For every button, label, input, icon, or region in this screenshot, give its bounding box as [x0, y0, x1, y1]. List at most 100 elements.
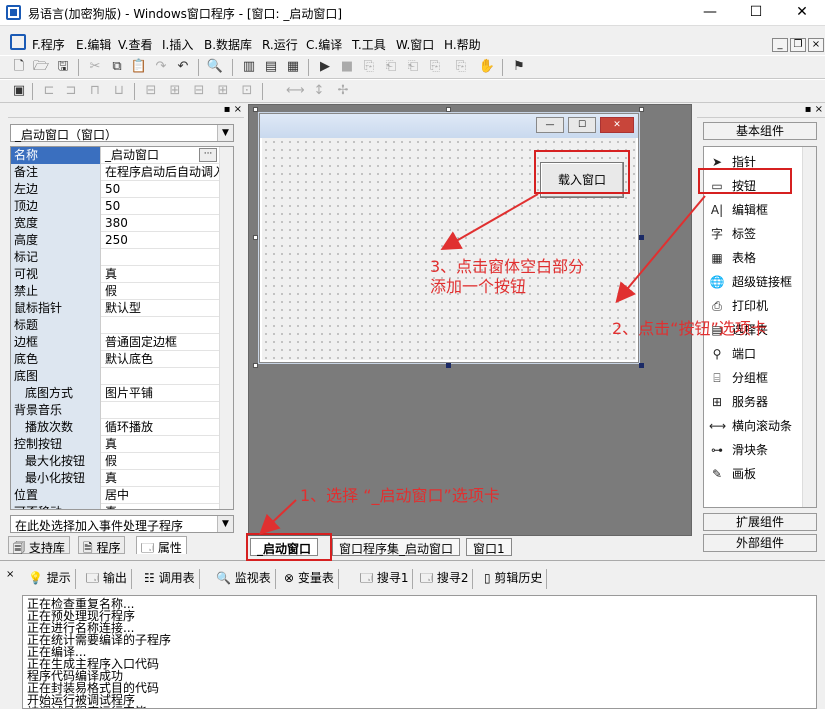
property-value[interactable]: 真 [103, 504, 221, 509]
property-value[interactable]: 50 [103, 198, 221, 215]
menu-insert[interactable]: I.插入 [162, 36, 193, 53]
menu-compile[interactable]: C.编译 [306, 36, 342, 53]
property-row[interactable]: 鼠标指针 默认型 [11, 300, 221, 317]
panel-buttons[interactable]: ▪ × [805, 104, 823, 115]
chevron-down-icon[interactable]: ▼ [217, 516, 233, 532]
panel-buttons[interactable]: ▪ × [224, 104, 242, 115]
tab-search1[interactable]: 🗔 搜寻1 [356, 569, 414, 589]
tab-program[interactable]: 🗎 程序 [78, 536, 126, 555]
property-row[interactable]: 标题 [11, 317, 221, 334]
component-item[interactable]: ▦ 表格 [704, 247, 804, 269]
resize-handle[interactable] [639, 235, 644, 240]
space-h-icon[interactable]: ⊟ [190, 82, 208, 100]
tab-window-assembly[interactable]: 窗口程序集_启动窗口 [332, 538, 461, 556]
property-row[interactable]: 名称 _启动窗口 ··· [11, 147, 221, 164]
component-item[interactable]: ⚲ 端口 [704, 343, 804, 365]
property-value[interactable]: 假 [103, 453, 221, 470]
debug2-icon[interactable]: ⎗ [382, 58, 400, 76]
save-icon[interactable]: 🖫 [54, 58, 72, 76]
form-minimize-button[interactable]: — [536, 117, 564, 133]
property-row[interactable]: 可视真 [11, 266, 221, 283]
property-value[interactable]: 居中 [103, 487, 221, 504]
maximize-button[interactable]: ☐ [733, 0, 779, 26]
center-h-icon[interactable]: ⊟ [142, 82, 160, 100]
property-row[interactable]: 高度 250 [11, 232, 221, 249]
menu-run[interactable]: R.运行 [262, 36, 298, 53]
external-components-button[interactable]: 外部组件 [703, 534, 817, 552]
event-select[interactable]: 在此处选择加入事件处理子程序 ▼ [10, 515, 234, 533]
property-value[interactable] [103, 402, 221, 419]
property-row[interactable]: 底图方式 图片平铺 [11, 385, 221, 402]
app-menu-icon[interactable] [10, 34, 26, 50]
resize-handle[interactable] [253, 107, 258, 112]
mdi-restore-button[interactable]: ❐ [790, 38, 806, 52]
debug3-icon[interactable]: ⎗ [404, 58, 422, 76]
layout1-icon[interactable]: ▥ [240, 58, 258, 76]
tab-variables[interactable]: ⊗ 变量表 [280, 569, 339, 589]
property-value[interactable] [103, 317, 221, 334]
new-file-icon[interactable]: 🗋 [10, 58, 28, 76]
property-value[interactable]: 真 [103, 470, 221, 487]
output-text[interactable]: 正在检查重复名称... 正在预处理现行程序 正在进行名称连接... 正在统计需要编译的… [22, 595, 817, 709]
mdi-minimize-button[interactable]: _ [772, 38, 788, 52]
resize-handle[interactable] [639, 363, 644, 368]
property-row[interactable]: 位置 居中 [11, 487, 221, 504]
paste-icon[interactable]: 📋 [130, 58, 148, 76]
component-item[interactable]: ⌸ 分组框 [704, 367, 804, 389]
property-value[interactable] [103, 368, 221, 385]
component-item[interactable]: 字标签 [704, 223, 804, 245]
object-select[interactable]: _启动窗口（窗口） ▼ [10, 124, 234, 142]
hand-icon[interactable]: ✋ [478, 58, 496, 76]
property-value[interactable]: 在程序启动后自动调入 [103, 164, 221, 181]
panel-close-icon[interactable]: × [6, 569, 14, 580]
copy-icon[interactable]: ⧉ [108, 58, 126, 76]
run-icon[interactable]: ▶ [316, 58, 334, 76]
menu-help[interactable]: H.帮助 [444, 36, 481, 53]
menu-program[interactable]: F.程序 [32, 36, 65, 53]
property-row[interactable]: 底图 [11, 368, 221, 385]
property-row[interactable]: 顶边 50 [11, 198, 221, 215]
resize-handle[interactable] [446, 363, 451, 368]
tab-watch[interactable]: 🔍 监视表 [212, 569, 276, 589]
property-value[interactable]: 50 [103, 181, 221, 198]
align-top-icon[interactable]: ⊓ [86, 82, 104, 100]
component-item[interactable]: ⊶ 滑块条 [704, 439, 804, 461]
property-row[interactable]: 播放次数 循环播放 [11, 419, 221, 436]
property-value[interactable]: 250 [103, 232, 221, 249]
same-size-icon[interactable]: ⊡ [238, 82, 256, 100]
property-row[interactable]: 禁止假 [11, 283, 221, 300]
property-value[interactable]: 普通固定边框 [103, 334, 221, 351]
property-row[interactable]: 边框 普通固定边框 [11, 334, 221, 351]
property-value[interactable]: 默认型 [103, 300, 221, 317]
grid-icon[interactable]: ▣ [10, 82, 28, 100]
tab-output[interactable]: 🗔 输出 [82, 569, 132, 589]
property-row[interactable]: 最大化按钮假 [11, 453, 221, 470]
resize-handle[interactable] [253, 363, 258, 368]
property-row[interactable]: 控制按钮真 [11, 436, 221, 453]
property-scrollbar[interactable] [219, 147, 233, 509]
menu-edit[interactable]: E.编辑 [76, 36, 111, 53]
cut-icon[interactable]: ✂ [86, 58, 104, 76]
component-scrollbar[interactable] [802, 147, 816, 507]
component-item[interactable]: 🌐 超级链接框 [704, 271, 804, 293]
property-value[interactable]: 默认底色 [103, 351, 221, 368]
tab-support-library[interactable]: 🗐 支持库 [8, 536, 70, 555]
property-value[interactable]: 图片平铺 [103, 385, 221, 402]
property-value[interactable]: 循环播放 [103, 419, 221, 436]
debug1-icon[interactable]: ⎘ [360, 58, 378, 76]
layout2-icon[interactable]: ▤ [262, 58, 280, 76]
redo-icon[interactable]: ↷ [152, 58, 170, 76]
property-row[interactable]: 备注 在程序启动后自动调入 [11, 164, 221, 181]
close-button[interactable]: ✕ [779, 0, 825, 26]
layout3-icon[interactable]: ▦ [284, 58, 302, 76]
property-row[interactable]: 左边 50 [11, 181, 221, 198]
property-value[interactable] [103, 249, 221, 266]
debug5-icon[interactable]: ⎘ [452, 58, 470, 76]
property-row[interactable]: 宽度 380 [11, 215, 221, 232]
align-bottom-icon[interactable]: ⊔ [110, 82, 128, 100]
tab-window1[interactable]: 窗口1 [466, 538, 512, 556]
mdi-close-button[interactable]: × [808, 38, 824, 52]
property-value[interactable]: 真 [103, 436, 221, 453]
component-item[interactable]: ⟷ 横向滚动条 [704, 415, 804, 437]
same-height-icon[interactable]: ↕ [310, 82, 328, 100]
